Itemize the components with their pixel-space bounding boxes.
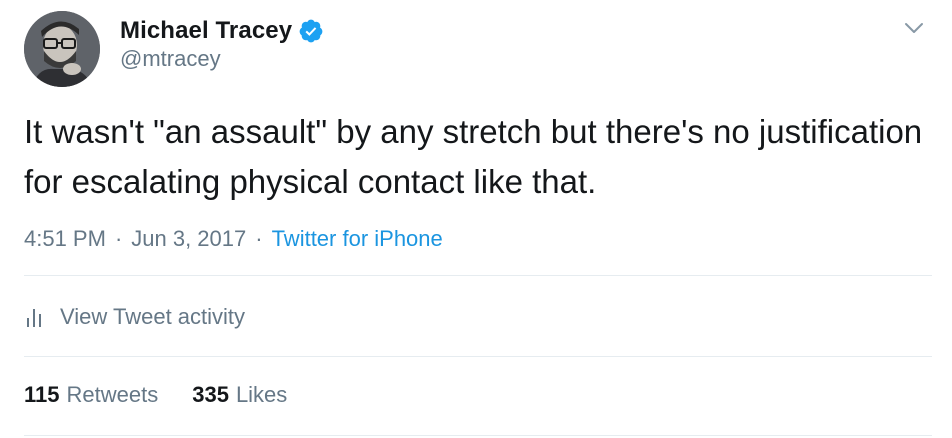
divider bbox=[24, 435, 932, 436]
bar-chart-icon bbox=[27, 309, 41, 327]
verified-badge-icon bbox=[299, 19, 323, 43]
tweet-meta: 4:51 PM · Jun 3, 2017 · Twitter for iPho… bbox=[24, 224, 443, 254]
tweet-date[interactable]: Jun 3, 2017 bbox=[131, 226, 246, 252]
tweet-time[interactable]: 4:51 PM bbox=[24, 226, 106, 252]
avatar[interactable] bbox=[24, 11, 100, 87]
tweet-stats: 115 Retweets 335 Likes bbox=[24, 380, 287, 410]
tweet-card: Michael Tracey @mtracey It wasn't "an as… bbox=[0, 0, 952, 438]
view-tweet-activity-label: View Tweet activity bbox=[60, 304, 246, 329]
name-row: Michael Tracey bbox=[120, 15, 324, 47]
likes-label: Likes bbox=[235, 382, 288, 407]
user-handle[interactable]: @mtracey bbox=[120, 46, 221, 72]
likes-count: 335 bbox=[192, 382, 229, 407]
meta-separator: · bbox=[255, 226, 263, 251]
view-tweet-activity-link[interactable]: View Tweet activity bbox=[24, 302, 245, 332]
tweet-text: It wasn't "an assault" by any stretch bu… bbox=[24, 113, 923, 200]
retweets-stat[interactable]: 115 Retweets bbox=[24, 382, 158, 408]
divider bbox=[24, 356, 932, 357]
tweet-source-link[interactable]: Twitter for iPhone bbox=[272, 226, 443, 252]
avatar-photo-icon bbox=[24, 11, 100, 87]
retweets-label: Retweets bbox=[66, 382, 159, 407]
display-name[interactable]: Michael Tracey bbox=[120, 17, 292, 45]
likes-stat[interactable]: 335 Likes bbox=[192, 382, 287, 408]
divider bbox=[24, 275, 932, 276]
chevron-down-icon[interactable] bbox=[902, 16, 926, 40]
retweets-count: 115 bbox=[24, 382, 60, 407]
meta-separator: · bbox=[114, 226, 123, 251]
